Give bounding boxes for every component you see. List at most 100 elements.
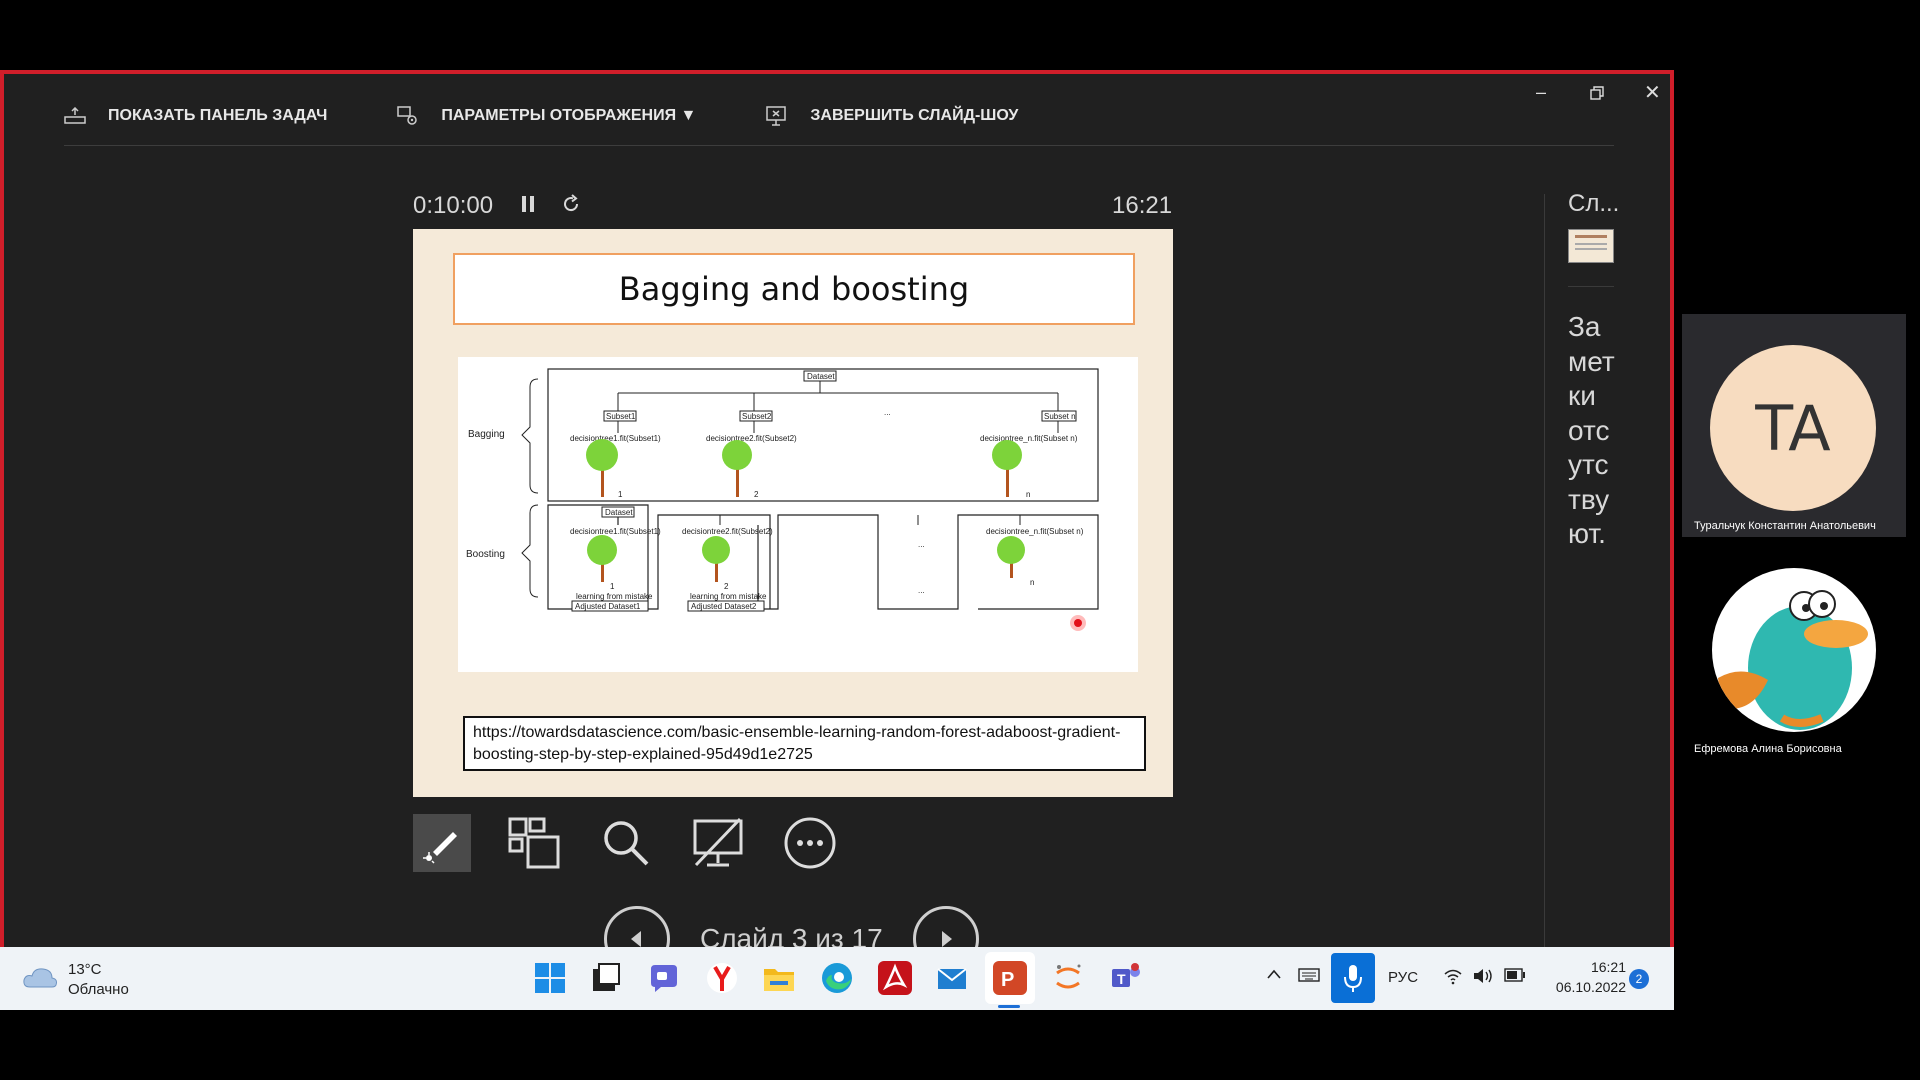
- more-icon: [784, 817, 836, 869]
- bagging-boosting-diagram: Bagging Dataset Subset1 Subset2 Subset n…: [458, 357, 1138, 672]
- presenter-view-window: ПОКАЗАТЬ ПАНЕЛЬ ЗАДАЧ ПАРАМЕТРЫ ОТОБРАЖЕ…: [0, 70, 1674, 972]
- keyboard-icon[interactable]: [1298, 967, 1320, 987]
- adjusted-dataset-1: Adjusted Dataset1: [575, 602, 641, 611]
- boosting-fit1: decisiontree1.fit(Subset1): [570, 527, 661, 536]
- file-explorer-icon[interactable]: [762, 961, 796, 995]
- laser-pointer: [1070, 615, 1086, 631]
- toolbar-divider: [64, 145, 1614, 146]
- tree-icon: [702, 536, 730, 582]
- tree-icon: [587, 535, 617, 582]
- show-taskbar-button[interactable]: ПОКАЗАТЬ ПАНЕЛЬ ЗАДАЧ: [64, 107, 327, 125]
- bagging-n1: 1: [618, 490, 623, 499]
- see-all-slides-button[interactable]: [505, 814, 563, 872]
- bagging-dots: ...: [884, 408, 891, 417]
- bagging-subset1: Subset1: [606, 412, 636, 421]
- black-screen-button[interactable]: [689, 814, 747, 872]
- edge-icon[interactable]: [820, 961, 854, 995]
- taskbar-time[interactable]: 16:21: [1566, 959, 1626, 975]
- display-settings-icon: [397, 106, 418, 125]
- task-view-icon[interactable]: [589, 961, 623, 995]
- elapsed-timer: 0:10:00: [413, 192, 494, 219]
- next-slide-thumbnail[interactable]: [1568, 229, 1614, 263]
- weather-widget[interactable]: [22, 965, 58, 996]
- boosting-nn: n: [1030, 578, 1034, 587]
- presenter-toolbar: ПОКАЗАТЬ ПАНЕЛЬ ЗАДАЧ ПАРАМЕТРЫ ОТОБРАЖЕ…: [64, 96, 1088, 136]
- boosting-dots: ...: [918, 540, 925, 549]
- boosting-n1: 1: [610, 582, 615, 591]
- source-url[interactable]: https://towardsdatascience.com/basic-ens…: [463, 716, 1146, 771]
- weather-desc: Облачно: [68, 981, 129, 998]
- display-settings-label: ПАРАМЕТРЫ ОТОБРАЖЕНИЯ ▼: [441, 107, 697, 124]
- taskbar-icon: [64, 107, 86, 124]
- avatar-image: [1712, 568, 1876, 732]
- bagging-dataset: Dataset: [807, 372, 835, 381]
- svg-text:T: T: [1117, 971, 1126, 987]
- tree-icon: [997, 536, 1025, 578]
- more-options-button[interactable]: [781, 814, 839, 872]
- boosting-dots-2: ...: [918, 586, 925, 595]
- svg-text:P: P: [1001, 969, 1014, 991]
- volume-icon[interactable]: [1472, 967, 1494, 989]
- taskbar-date[interactable]: 06.10.2022: [1544, 979, 1626, 995]
- tree-icon: [992, 440, 1022, 497]
- restart-timer-icon[interactable]: [560, 193, 582, 220]
- learning-label-2: learning from mistake: [690, 592, 767, 601]
- boosting-fitn: decisiontree_n.fit(Subset n): [986, 527, 1084, 536]
- restore-icon[interactable]: [1590, 84, 1604, 105]
- participant-name: Туральчук Константин Анатольевич: [1694, 520, 1876, 532]
- tree-icon: [586, 439, 618, 497]
- bagging-fit1: decisiontree1.fit(Subset1): [570, 434, 661, 443]
- current-time: 16:21: [1112, 192, 1173, 219]
- notes-separator: [1568, 286, 1614, 287]
- cloud-icon: [23, 968, 57, 988]
- end-slideshow-label: ЗАВЕРШИТЬ СЛАЙД-ШОУ: [810, 107, 1019, 124]
- speaker-notes: Заметки отсутствуют.: [1568, 311, 1615, 549]
- participant-name: Ефремова Алина Борисовна: [1694, 743, 1842, 755]
- pen-icon: [423, 832, 457, 864]
- current-slide: Bagging and boosting Bagging Dataset Sub…: [413, 229, 1173, 797]
- search-icon: [604, 821, 649, 866]
- end-slideshow-button[interactable]: ЗАВЕРШИТЬ СЛАЙД-ШОУ: [766, 105, 1018, 127]
- notes-divider: [1544, 194, 1545, 951]
- learning-label-1: learning from mistake: [576, 592, 653, 601]
- start-icon[interactable]: [533, 961, 567, 995]
- microphone-icon: [1344, 965, 1362, 992]
- jupyter-icon[interactable]: [1051, 961, 1085, 995]
- notification-badge[interactable]: 2: [1629, 969, 1649, 989]
- tree-icon: [722, 440, 752, 497]
- bagging-label: Bagging: [468, 429, 505, 440]
- next-slide-title: Сл...: [1568, 190, 1620, 217]
- active-indicator: [998, 1005, 1020, 1008]
- minimize-icon[interactable]: –: [1536, 82, 1546, 103]
- bagging-fitn: decisiontree_n.fit(Subset n): [980, 434, 1078, 443]
- microphone-button[interactable]: [1331, 953, 1375, 1003]
- chevron-up-icon[interactable]: [1266, 967, 1282, 984]
- pen-laser-tool-button[interactable]: [413, 814, 471, 872]
- chat-icon[interactable]: [647, 961, 681, 995]
- boosting-label: Boosting: [466, 549, 505, 560]
- acrobat-icon[interactable]: [878, 961, 912, 995]
- battery-icon[interactable]: [1504, 968, 1526, 986]
- adjusted-dataset-2: Adjusted Dataset2: [691, 602, 757, 611]
- teams-icon[interactable]: T: [1108, 961, 1142, 995]
- show-taskbar-label: ПОКАЗАТЬ ПАНЕЛЬ ЗАДАЧ: [108, 107, 328, 124]
- screen-off-icon: [693, 817, 743, 867]
- grid-icon: [508, 817, 560, 869]
- close-icon[interactable]: ✕: [1644, 80, 1661, 105]
- zoom-button[interactable]: [597, 814, 655, 872]
- language-indicator[interactable]: РУС: [1388, 969, 1418, 986]
- boosting-dataset: Dataset: [605, 508, 633, 517]
- wifi-icon[interactable]: [1443, 967, 1463, 989]
- mail-icon[interactable]: [935, 961, 969, 995]
- powerpoint-icon[interactable]: P: [993, 961, 1027, 995]
- display-settings-button[interactable]: ПАРАМЕТРЫ ОТОБРАЖЕНИЯ ▼: [397, 105, 696, 127]
- bagging-subsetn: Subset n: [1044, 412, 1076, 421]
- bagging-nn: n: [1026, 490, 1030, 499]
- boosting-fit2: decisiontree2.fit(Subset2): [682, 527, 773, 536]
- bagging-subset2: Subset2: [742, 412, 772, 421]
- bagging-n2: 2: [754, 490, 759, 499]
- slide-title: Bagging and boosting: [453, 253, 1135, 325]
- pause-icon[interactable]: [520, 194, 536, 219]
- bagging-fit2: decisiontree2.fit(Subset2): [706, 434, 797, 443]
- yandex-browser-icon[interactable]: [705, 961, 739, 995]
